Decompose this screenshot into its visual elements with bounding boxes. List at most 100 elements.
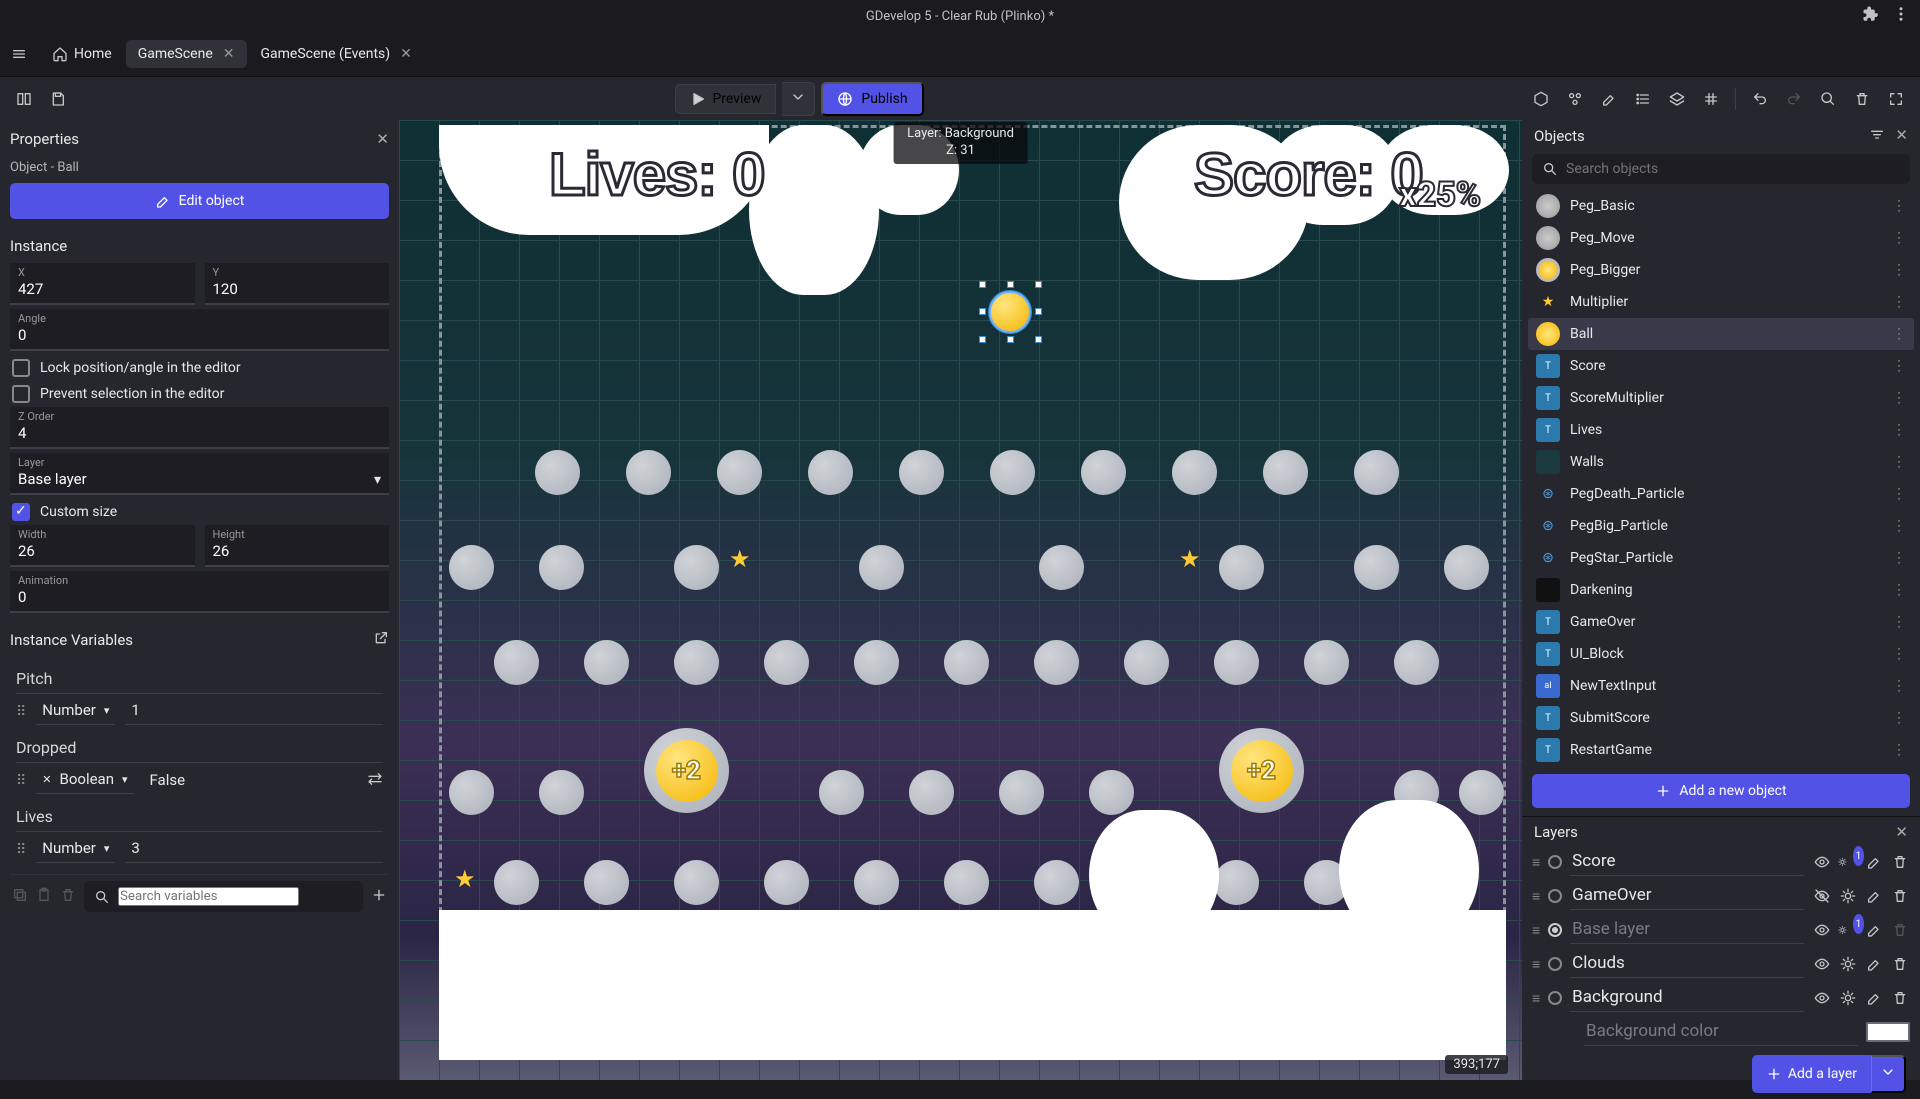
- object-item[interactable]: aINewTextInput⋮: [1528, 670, 1914, 702]
- selection-handle[interactable]: [1007, 281, 1014, 288]
- objects-search-input[interactable]: [1566, 161, 1900, 177]
- hamburger-menu-button[interactable]: [6, 41, 32, 67]
- drag-handle-icon[interactable]: ⠿: [16, 704, 26, 720]
- panel-toggle-left-icon[interactable]: [10, 85, 38, 113]
- close-icon[interactable]: ✕: [1895, 126, 1908, 146]
- angle-field[interactable]: Angle0: [10, 309, 389, 351]
- object-item[interactable]: Peg_Basic⋮: [1528, 190, 1914, 222]
- swap-icon[interactable]: [367, 771, 383, 791]
- background-color-swatch[interactable]: [1866, 1022, 1910, 1042]
- delete-icon[interactable]: [1848, 85, 1876, 113]
- edit-layer-icon[interactable]: [1864, 954, 1884, 974]
- selection-handle[interactable]: [1035, 281, 1042, 288]
- kebab-menu-icon[interactable]: ⋮: [1892, 710, 1906, 726]
- kebab-menu-icon[interactable]: ⋮: [1892, 582, 1906, 598]
- group-icon[interactable]: [1561, 85, 1589, 113]
- delete-layer-icon[interactable]: [1890, 852, 1910, 872]
- x-field[interactable]: X427: [10, 263, 195, 305]
- edit-layer-icon[interactable]: [1864, 886, 1884, 906]
- variable-value-input[interactable]: 3: [125, 836, 383, 863]
- kebab-menu-icon[interactable]: ⋮: [1892, 742, 1906, 758]
- delete-layer-icon[interactable]: [1890, 886, 1910, 906]
- variable-name[interactable]: Pitch: [16, 666, 383, 694]
- object-item[interactable]: ⊛PegBig_Particle⋮: [1528, 510, 1914, 542]
- copy-icon[interactable]: [12, 887, 28, 907]
- drag-handle-icon[interactable]: ⠿: [16, 773, 26, 789]
- kebab-menu-icon[interactable]: ⋮: [1892, 198, 1906, 214]
- lock-position-checkbox[interactable]: Lock position/angle in the editor: [10, 355, 389, 381]
- redo-icon[interactable]: [1780, 85, 1808, 113]
- object-item[interactable]: Peg_Move⋮: [1528, 222, 1914, 254]
- selection-handle[interactable]: [1035, 308, 1042, 315]
- object-item[interactable]: TUI_Block⋮: [1528, 638, 1914, 670]
- kebab-menu-icon[interactable]: ⋮: [1892, 486, 1906, 502]
- delete-layer-icon[interactable]: [1890, 988, 1910, 1008]
- add-object-button[interactable]: Add a new object: [1532, 774, 1910, 808]
- instances-list-icon[interactable]: [1629, 85, 1657, 113]
- visibility-toggle-icon[interactable]: [1812, 920, 1832, 940]
- extension-icon[interactable]: [1862, 5, 1880, 27]
- object-item[interactable]: Darkening⋮: [1528, 574, 1914, 606]
- edit-layer-icon[interactable]: [1864, 920, 1884, 940]
- tab-home[interactable]: Home: [40, 40, 124, 68]
- kebab-menu-icon[interactable]: ⋮: [1892, 262, 1906, 278]
- variable-name[interactable]: Dropped: [16, 735, 383, 763]
- object-item[interactable]: Walls⋮: [1528, 446, 1914, 478]
- object-item[interactable]: TScoreMultiplier⋮: [1528, 382, 1914, 414]
- kebab-menu-icon[interactable]: ⋮: [1892, 422, 1906, 438]
- drag-handle-icon[interactable]: ≡: [1532, 922, 1540, 939]
- layer-name-input[interactable]: Background: [1570, 984, 1804, 1012]
- close-icon[interactable]: ✕: [1895, 823, 1908, 841]
- delete-layer-icon[interactable]: [1890, 954, 1910, 974]
- grid-icon[interactable]: [1697, 85, 1725, 113]
- variable-type-select[interactable]: Number ▾: [36, 836, 115, 863]
- preview-button[interactable]: Preview: [675, 84, 776, 114]
- visibility-toggle-icon[interactable]: [1812, 886, 1832, 906]
- prevent-selection-checkbox[interactable]: Prevent selection in the editor: [10, 381, 389, 407]
- variable-name[interactable]: Lives: [16, 804, 383, 832]
- width-field[interactable]: Width26: [10, 525, 195, 567]
- selection-handle[interactable]: [1035, 336, 1042, 343]
- active-layer-radio[interactable]: [1548, 957, 1562, 971]
- edit-object-button[interactable]: Edit object: [10, 183, 389, 219]
- layers-icon[interactable]: [1663, 85, 1691, 113]
- selected-ball-instance[interactable]: [989, 291, 1031, 333]
- animation-field[interactable]: Animation0: [10, 571, 389, 613]
- variable-value-input[interactable]: 1: [125, 698, 383, 725]
- layer-name-input[interactable]: GameOver: [1570, 882, 1804, 910]
- scene-canvas[interactable]: Layer: Background Z: 31 Lives: 0 Score: …: [399, 120, 1522, 1080]
- object-item[interactable]: TSubmitScore⋮: [1528, 702, 1914, 734]
- y-field[interactable]: Y120: [205, 263, 390, 305]
- save-icon[interactable]: [44, 85, 72, 113]
- visibility-toggle-icon[interactable]: [1812, 954, 1832, 974]
- filter-icon[interactable]: [1869, 126, 1885, 146]
- effects-icon[interactable]: 1: [1838, 852, 1858, 872]
- zorder-field[interactable]: Z Order4: [10, 407, 389, 449]
- paste-icon[interactable]: [36, 887, 52, 907]
- kebab-menu-icon[interactable]: [1892, 5, 1910, 27]
- selection-handle[interactable]: [1007, 336, 1014, 343]
- close-icon[interactable]: ✕: [223, 46, 235, 62]
- objects-search[interactable]: [1532, 154, 1910, 184]
- delete-layer-icon[interactable]: [1890, 920, 1910, 940]
- object-item[interactable]: ⊛PegStar_Particle⋮: [1528, 542, 1914, 574]
- layer-name-input[interactable]: Base layer: [1570, 916, 1804, 944]
- selection-handle[interactable]: [979, 281, 986, 288]
- close-icon[interactable]: ✕: [376, 130, 389, 148]
- kebab-menu-icon[interactable]: ⋮: [1892, 518, 1906, 534]
- object-item[interactable]: TLives⋮: [1528, 414, 1914, 446]
- zoom-icon[interactable]: [1814, 85, 1842, 113]
- effects-icon[interactable]: 1: [1838, 920, 1858, 940]
- open-variables-icon[interactable]: [373, 630, 389, 650]
- visibility-toggle-icon[interactable]: [1812, 852, 1832, 872]
- object-item[interactable]: TRestartGame⋮: [1528, 734, 1914, 766]
- add-layer-button[interactable]: Add a layer: [1752, 1055, 1871, 1093]
- kebab-menu-icon[interactable]: ⋮: [1892, 678, 1906, 694]
- search-variables-field[interactable]: [118, 887, 299, 906]
- effects-icon[interactable]: [1838, 954, 1858, 974]
- drag-handle-icon[interactable]: ≡: [1532, 888, 1540, 905]
- active-layer-radio[interactable]: [1548, 855, 1562, 869]
- preview-dropdown-button[interactable]: [782, 82, 815, 116]
- tab-events[interactable]: GameScene (Events) ✕: [249, 40, 424, 68]
- height-field[interactable]: Height26: [205, 525, 390, 567]
